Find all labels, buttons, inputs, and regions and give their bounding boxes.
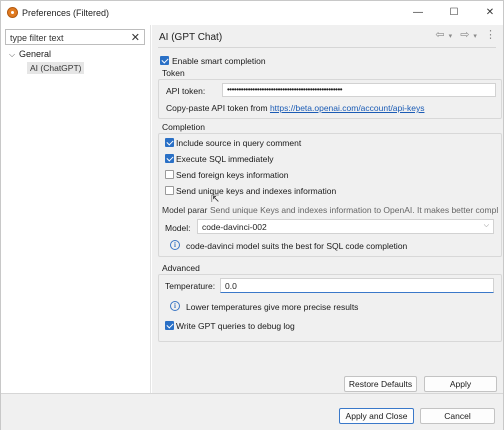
page-nav-toolbar: ⇦ ▾ ⇨ ▾ ⋮ <box>432 28 497 41</box>
restore-defaults-button[interactable]: Restore Defaults <box>344 376 417 392</box>
back-menu-chevron-icon[interactable]: ▾ <box>449 32 454 40</box>
temperature-info-text: Lower temperatures give more precise res… <box>186 302 359 312</box>
enable-smart-completion-label: Enable smart completion <box>172 56 266 66</box>
model-label: Model: <box>165 223 191 233</box>
api-token-label: API token: <box>166 86 206 96</box>
title-bar: Preferences (Filtered) — ☐ ✕ <box>1 1 503 25</box>
model-info-text: code-davinci model suits the best for SQ… <box>186 241 408 251</box>
execute-sql-checkbox[interactable] <box>165 154 174 163</box>
chevron-down-icon[interactable]: ⌵ <box>484 222 489 230</box>
back-arrow-icon[interactable]: ⇦ <box>435 28 445 41</box>
filter-input-text: type filter text <box>10 33 64 43</box>
window-title: Preferences (Filtered) <box>22 8 110 18</box>
model-params-label: Model parar <box>162 205 208 215</box>
write-log-checkbox[interactable] <box>165 321 174 330</box>
preferences-window: Preferences (Filtered) — ☐ ✕ type filter… <box>0 0 504 430</box>
forward-menu-chevron-icon[interactable]: ▾ <box>473 32 478 40</box>
api-token-field[interactable]: ••••••••••••••••••••••••••••••••••••••••… <box>222 83 496 97</box>
filter-input[interactable]: type filter text ✕ <box>5 29 145 45</box>
close-button[interactable]: ✕ <box>481 5 499 21</box>
chevron-down-icon[interactable]: ⌵ <box>9 50 19 60</box>
token-group-label: Token <box>162 68 185 78</box>
preference-page: AI (GPT Chat) ⇦ ▾ ⇨ ▾ ⋮ Enable smart compl… <box>152 25 503 393</box>
tree-item-general[interactable]: ⌵ General <box>9 49 51 60</box>
write-log-label: Write GPT queries to debug log <box>176 321 295 331</box>
execute-sql-label: Execute SQL immediately <box>176 154 274 164</box>
maximize-button[interactable]: ☐ <box>445 5 463 21</box>
dialog-button-bar: Apply and Close Cancel <box>1 393 503 430</box>
completion-group-label: Completion <box>162 122 205 132</box>
preferences-tree-pane: type filter text ✕ ⌵ General AI (ChatGPT) <box>1 25 151 393</box>
model-select[interactable]: code-davinci-002 ⌵ <box>197 219 494 234</box>
info-icon: i <box>170 240 180 250</box>
tree-item-ai-chatgpt[interactable]: AI (ChatGPT) <box>27 62 85 74</box>
info-icon: i <box>170 301 180 311</box>
api-token-value: ••••••••••••••••••••••••••••••••••••••••… <box>227 85 343 94</box>
minimize-button[interactable]: — <box>409 5 427 21</box>
page-title: AI (GPT Chat) <box>159 32 223 43</box>
include-source-checkbox[interactable] <box>165 138 174 147</box>
include-source-label: Include source in query comment <box>176 138 302 148</box>
apply-button[interactable]: Apply <box>424 376 497 392</box>
temperature-label: Temperature: <box>165 281 216 291</box>
mouse-cursor-icon: ⇱ <box>211 194 220 205</box>
send-foreign-keys-label: Send foreign keys information <box>176 170 289 180</box>
cancel-button[interactable]: Cancel <box>420 408 495 424</box>
send-unique-keys-label: Send unique keys and indexes information <box>176 186 337 196</box>
temperature-value: 0.0 <box>225 281 237 291</box>
app-logo-icon <box>7 7 18 18</box>
enable-smart-completion-checkbox[interactable] <box>160 56 169 65</box>
send-unique-keys-tooltip: Send unique Keys and indexes information… <box>210 205 499 215</box>
advanced-group-label: Advanced <box>162 263 200 273</box>
model-select-value: code-davinci-002 <box>202 222 267 232</box>
send-foreign-keys-checkbox[interactable] <box>165 170 174 179</box>
api-token-hint: Copy-paste API token from https://beta.o… <box>166 103 424 113</box>
api-token-hint-text: Copy-paste API token from <box>166 103 270 113</box>
send-unique-keys-checkbox[interactable] <box>165 186 174 195</box>
forward-arrow-icon[interactable]: ⇨ <box>460 28 470 41</box>
title-separator <box>158 47 496 48</box>
temperature-field[interactable]: 0.0 <box>220 278 494 293</box>
api-keys-link[interactable]: https://beta.openai.com/account/api-keys <box>270 103 425 113</box>
apply-and-close-button[interactable]: Apply and Close <box>339 408 414 424</box>
more-menu-icon[interactable]: ⋮ <box>485 28 497 41</box>
clear-filter-icon[interactable]: ✕ <box>131 31 140 44</box>
tree-item-general-label: General <box>19 49 52 59</box>
